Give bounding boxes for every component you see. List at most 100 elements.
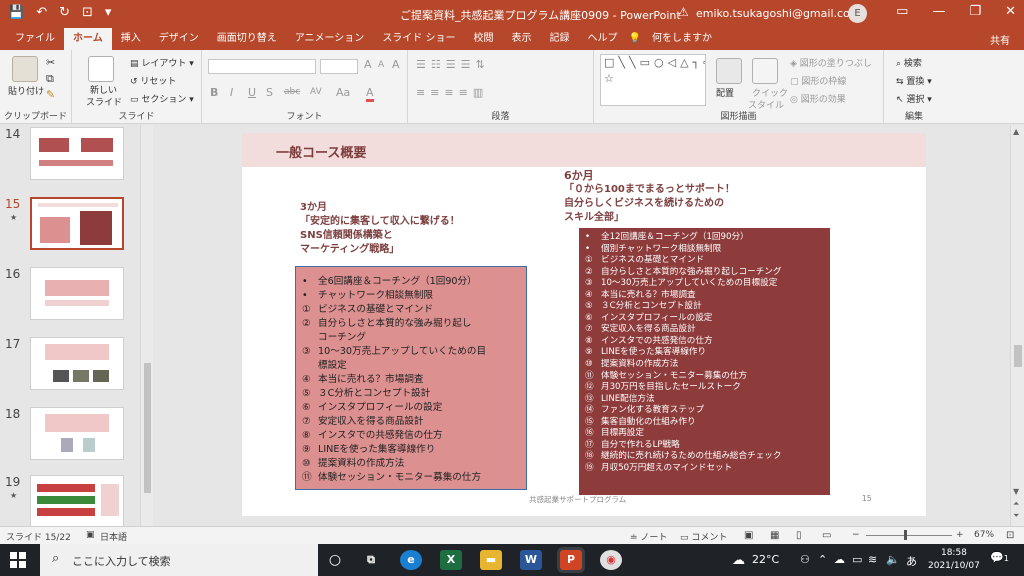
warning-icon[interactable]: ⚠	[678, 5, 689, 19]
word-icon[interactable]: W	[520, 550, 542, 570]
slide-thumbnail[interactable]	[30, 337, 124, 390]
grow-font-icon[interactable]: A	[364, 58, 372, 71]
tab-slideshow[interactable]: スライド ショー	[373, 28, 464, 50]
zoom-slider[interactable]	[866, 535, 952, 536]
restore-icon[interactable]: ❐	[969, 4, 981, 19]
show-hidden-icon[interactable]: ⌃	[818, 553, 827, 566]
save-icon[interactable]: 💾	[8, 5, 24, 20]
wifi-icon[interactable]: ≋	[868, 553, 877, 566]
comments-button[interactable]: ▭ コメント	[680, 530, 727, 543]
weather-temp[interactable]: 22°C	[752, 553, 779, 566]
volume-icon[interactable]: 🔈	[886, 553, 900, 566]
editor-scrollbar[interactable]: ▲ ▼ ⏶ ⏷	[1010, 125, 1024, 526]
scrollbar-thumb[interactable]	[144, 363, 151, 493]
tab-insert[interactable]: 挿入	[112, 28, 150, 50]
ribbon-display-icon[interactable]: ▭	[896, 4, 908, 19]
zoom-level[interactable]: 67%	[974, 530, 994, 540]
course-3month-heading[interactable]: 3か月 「安定的に集客して収入に繋げる！ SNS信頼関係構築と マーケティング戦…	[300, 201, 460, 257]
format-painter-icon[interactable]: ✎	[46, 88, 55, 101]
quick-styles-icon[interactable]	[752, 58, 778, 84]
spellcheck-icon[interactable]: ▣	[86, 530, 95, 540]
lightbulb-icon[interactable]: 💡	[627, 28, 643, 50]
shrink-font-icon[interactable]: A	[378, 60, 384, 70]
avatar[interactable]: E	[848, 4, 867, 23]
share-button[interactable]: 共有	[990, 32, 1010, 47]
tab-review[interactable]: 校閲	[465, 28, 503, 50]
tab-animations[interactable]: アニメーション	[286, 28, 374, 50]
course-6month-heading[interactable]: 6か月 「０から100までまるっとサポート！ 自分らしくビジネスを続けるための …	[564, 169, 735, 225]
scroll-down-icon[interactable]: ▼	[1013, 487, 1019, 496]
section-button[interactable]: ▭ セクション ▾	[130, 92, 194, 105]
clock[interactable]: 18:58 2021/10/07	[928, 547, 980, 573]
font-name-box[interactable]	[208, 59, 316, 74]
excel-icon[interactable]: X	[440, 550, 462, 570]
change-case-icon[interactable]: Aa	[336, 86, 350, 99]
new-slide-icon[interactable]	[88, 56, 114, 82]
list-icons[interactable]: ☰☷☰☰⇅	[416, 58, 490, 71]
paste-button[interactable]: 貼り付け	[8, 84, 44, 97]
arrange-button[interactable]: 配置	[716, 86, 734, 99]
tab-view[interactable]: 表示	[503, 28, 541, 50]
slideshow-icon[interactable]: ▭	[822, 530, 831, 541]
reset-button[interactable]: ↺ リセット	[130, 74, 176, 87]
shape-effects-button[interactable]: ◎ 図形の効果	[790, 92, 846, 105]
slide-thumbnail[interactable]	[30, 267, 124, 320]
tab-design[interactable]: デザイン	[150, 28, 208, 50]
copy-icon[interactable]: ⧉	[46, 72, 54, 86]
slide-thumbnail-selected[interactable]	[30, 197, 124, 250]
minimize-icon[interactable]: —	[932, 4, 945, 19]
thumbnails-scrollbar[interactable]	[140, 125, 153, 526]
slide-title[interactable]: 一般コース概要	[276, 142, 366, 161]
shape-fill-button[interactable]: ◈ 図形の塗りつぶし	[790, 56, 872, 69]
scroll-up-icon[interactable]: ▲	[1013, 127, 1019, 136]
zoom-in-icon[interactable]: +	[956, 530, 964, 540]
tab-record[interactable]: 記録	[541, 28, 579, 50]
file-explorer-icon[interactable]: ▬	[480, 550, 502, 570]
tell-me-search[interactable]: 何をしますか	[643, 28, 721, 50]
char-spacing-icon[interactable]: AV	[310, 87, 322, 97]
replace-button[interactable]: ⇆ 置換 ▾	[896, 74, 932, 87]
strikethrough-icon[interactable]: abc	[284, 87, 300, 97]
font-color-icon[interactable]: A	[366, 86, 374, 102]
tab-home[interactable]: ホーム	[64, 28, 112, 50]
font-size-box[interactable]	[320, 59, 358, 74]
ime-indicator[interactable]: あ	[906, 553, 917, 569]
edge-icon[interactable]: e	[400, 550, 422, 570]
notification-icon[interactable]: 💬1	[990, 551, 1009, 564]
course-6month-box[interactable]: • 全12回講座＆コーチング（1回90分） • 個別チャットワーク相談無制限 ① ビジネス…	[579, 228, 830, 495]
find-button[interactable]: ⌕ 検索	[896, 56, 922, 69]
shadow-icon[interactable]: S	[266, 86, 273, 99]
layout-button[interactable]: ▤ レイアウト ▾	[130, 56, 194, 69]
slide-thumbnail[interactable]	[30, 127, 124, 180]
slide-sorter-icon[interactable]: ▦	[770, 530, 779, 541]
tab-file[interactable]: ファイル	[6, 28, 64, 50]
new-slide-button-line2[interactable]: スライド	[86, 95, 122, 108]
align-icons[interactable]: ≡≡≡≡▥	[416, 86, 488, 99]
cut-icon[interactable]: ✂	[46, 56, 55, 69]
slide-thumbnail[interactable]	[30, 475, 124, 526]
zoom-slider-thumb[interactable]	[904, 530, 907, 540]
windows-start-icon[interactable]	[10, 552, 26, 568]
clear-format-icon[interactable]: A	[392, 58, 400, 71]
course-3month-box[interactable]: • 全6回講座＆コーチング（1回90分） • チャットワーク相談無制限 ① ビジネスの基礎…	[295, 266, 527, 490]
cortana-icon[interactable]: ○	[324, 550, 346, 570]
select-button[interactable]: ↖ 選択 ▾	[896, 92, 932, 105]
notes-button[interactable]: ≐ ノート	[630, 530, 667, 543]
task-view-icon[interactable]: ⧉	[360, 550, 382, 570]
weather-icon[interactable]: ☁	[732, 553, 745, 568]
slide-canvas[interactable]: 一般コース概要 3か月 「安定的に集客して収入に繋げる！ SNS信頼関係構築と …	[242, 133, 926, 516]
chrome-icon[interactable]: ◉	[600, 550, 622, 570]
tab-transitions[interactable]: 画面切り替え	[208, 28, 286, 50]
powerpoint-icon[interactable]: P	[560, 550, 582, 570]
taskbar-search-box[interactable]: ⌕ ここに入力して検索	[40, 544, 318, 576]
undo-icon[interactable]: ↶	[36, 5, 47, 20]
present-icon[interactable]: ⊡	[82, 5, 93, 20]
arrange-icon[interactable]	[716, 58, 742, 84]
qat-more-icon[interactable]: ▾	[105, 5, 112, 20]
close-icon[interactable]: ✕	[1005, 4, 1016, 19]
tab-help[interactable]: ヘルプ	[579, 28, 627, 50]
prev-slide-icon[interactable]: ⏶	[1013, 499, 1019, 509]
account-email[interactable]: emiko.tsukagoshi@gmail.com	[696, 7, 861, 20]
paste-icon[interactable]	[12, 56, 38, 82]
redo-icon[interactable]: ↻	[59, 5, 70, 20]
